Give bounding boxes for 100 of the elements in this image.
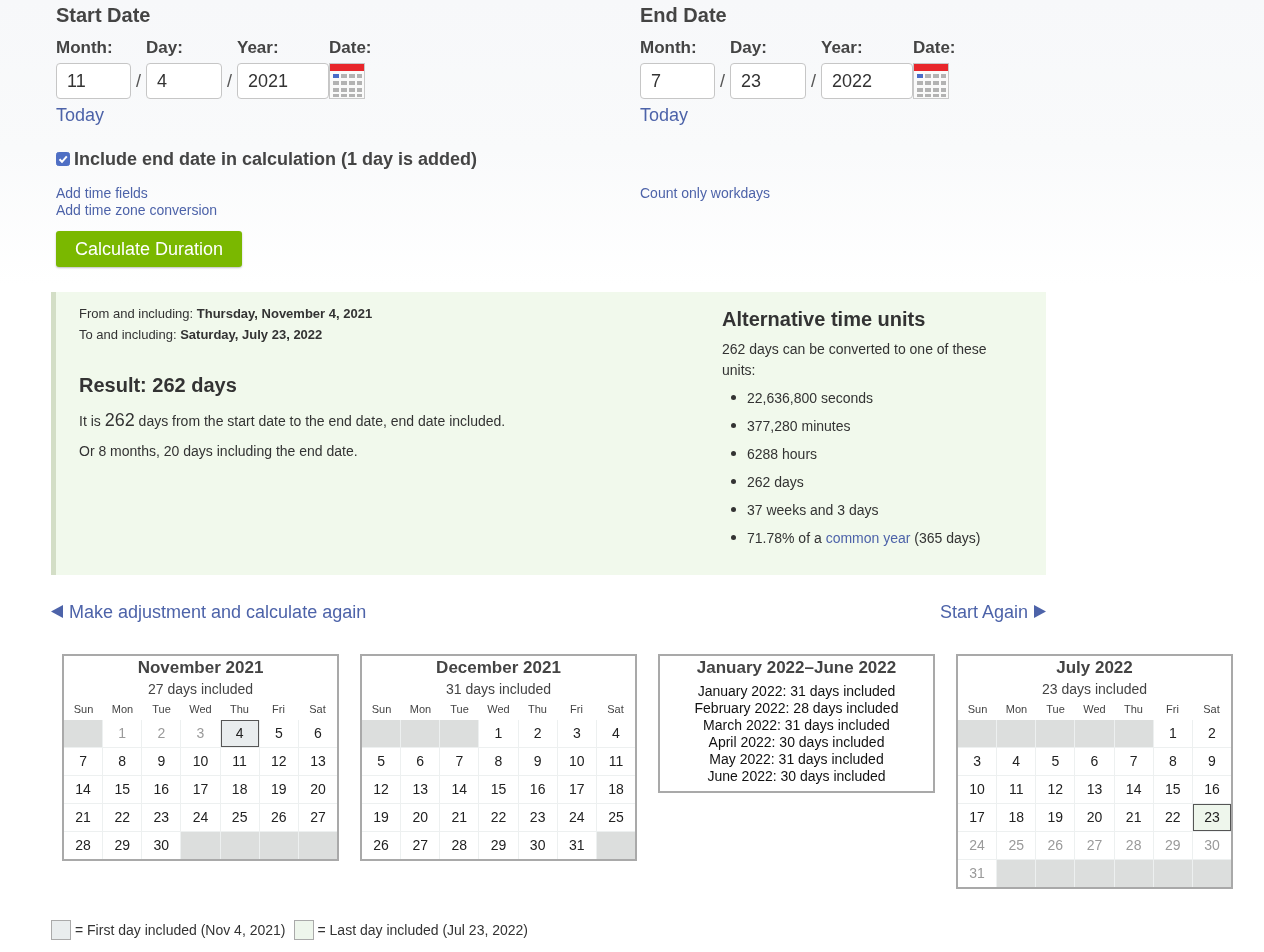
year-input[interactable]: 2021 [237,63,329,99]
month-input[interactable]: 11 [56,63,131,99]
calendar-day: 22 [479,803,518,831]
alternative-heading: Alternative time units [722,306,927,331]
calendar-day: 4 [997,747,1036,775]
date-separator: / [719,70,726,93]
weekday-label: Thu [1123,701,1144,716]
calendar-title: January 2022–June 2022 [695,657,898,678]
calendar-day: 11 [596,747,635,775]
calendar-day: 5 [362,747,401,775]
calendar-day: 8 [1153,747,1192,775]
day-input[interactable]: 23 [730,63,806,99]
month-summary-line: June 2022: 30 days included [706,767,887,785]
field-label: Day: [730,38,768,58]
field-label: Date: [913,38,957,58]
option-link[interactable]: Add time zone conversion [56,201,218,219]
calendar-day: 17 [557,775,596,803]
calendar-day: 18 [220,775,259,803]
weekday-label: Wed [1082,701,1107,716]
option-link[interactable]: Add time fields [56,184,148,202]
calendar-day: 27 [1075,831,1114,859]
date-separator: / [810,70,817,93]
result-sentence: It is 262 days from the start date to the end date, end date included. [79,408,507,432]
calendar-day: 2 [142,719,181,747]
month-input[interactable]: 7 [640,63,715,99]
legend-text: = First day included (Nov 4, 2021) [75,920,286,940]
calendar-day: 16 [142,775,181,803]
calendar-day: 27 [298,803,337,831]
calendar-day: 26 [1036,831,1075,859]
calendar-day: 16 [518,775,557,803]
calendar-day: 15 [1153,775,1192,803]
weekday-label: Mon [1004,701,1029,716]
calendar-day: 21 [64,803,103,831]
calendar-day: 14 [1114,775,1153,803]
calendar-day: 17 [958,803,997,831]
calendar-day: 14 [440,775,479,803]
calendar-day: 21 [440,803,479,831]
calendar-icon[interactable] [913,63,949,99]
weekday-label: Thu [527,701,548,716]
calendar-day: 10 [181,747,220,775]
calendar-day: 30 [518,831,557,859]
start-again-link[interactable]: Start Again [939,600,1046,623]
field-label: Date: [329,38,373,58]
calendar-day: 21 [1114,803,1153,831]
calendar-day: 29 [103,831,142,859]
weekday-label: Tue [151,701,172,716]
calendar-day: 17 [181,775,220,803]
calendar-day: 28 [440,831,479,859]
calendar-day: 19 [362,803,401,831]
calendar-day: 23 [518,803,557,831]
calendar-day: 9 [142,747,181,775]
calendar-day: 8 [103,747,142,775]
date-heading: Start Date [56,3,152,27]
date-separator: / [226,70,233,93]
calendar-day: 2 [518,719,557,747]
checkbox[interactable] [56,152,70,166]
weekday-label: Tue [1045,701,1066,716]
year-input[interactable]: 2022 [821,63,913,99]
calendar-day: 3 [557,719,596,747]
calendar-day: 7 [440,747,479,775]
month-summary-line: January 2022: 31 days included [696,682,897,700]
calendar-day: 29 [1153,831,1192,859]
bullet-icon [731,535,736,540]
calendar-day: 22 [1153,803,1192,831]
today-link[interactable]: Today [56,104,105,126]
calendar-day: 25 [596,803,635,831]
calendar-day: 13 [298,747,337,775]
calendar-day: 5 [259,719,298,747]
calendar-day: 11 [997,775,1036,803]
unit-value: 262 days [747,472,804,492]
calendar-day: 15 [103,775,142,803]
calendar-day: 1 [1153,719,1192,747]
calendar-day: 13 [401,775,440,803]
weekday-label: Fri [271,701,286,716]
calendar-day: 12 [362,775,401,803]
swatch-icon [293,919,314,940]
calendar-day: 1 [479,719,518,747]
unit-value: 6288 hours [747,444,818,464]
common-year-link[interactable]: common year [825,529,911,546]
legend-text: = Last day included (Jul 23, 2022) [317,920,529,940]
weekday-label: Sat [308,701,327,716]
field-label: Month: [56,38,114,58]
adjust-link[interactable]: Make adjustment and calculate again [51,600,367,623]
calendar-day: 30 [142,831,181,859]
weekday-label: Sat [606,701,625,716]
calendar-day: 25 [220,803,259,831]
unit-value: 71.78% of a common year (365 days) [747,528,981,548]
swatch-icon [51,919,71,940]
weekday-label: Fri [569,701,584,716]
calendar-day: 10 [557,747,596,775]
day-input[interactable]: 4 [146,63,222,99]
bullet-icon [731,507,736,512]
unit-value: 22,636,800 seconds [747,388,874,408]
option-link[interactable]: Count only workdays [640,184,770,202]
today-link[interactable]: Today [640,104,689,126]
calendar-icon[interactable] [329,63,365,99]
days-included-label: 27 days included [146,679,255,699]
calendar-day: 12 [259,747,298,775]
weekday-label: Tue [449,701,470,716]
field-label: Month: [640,38,698,58]
